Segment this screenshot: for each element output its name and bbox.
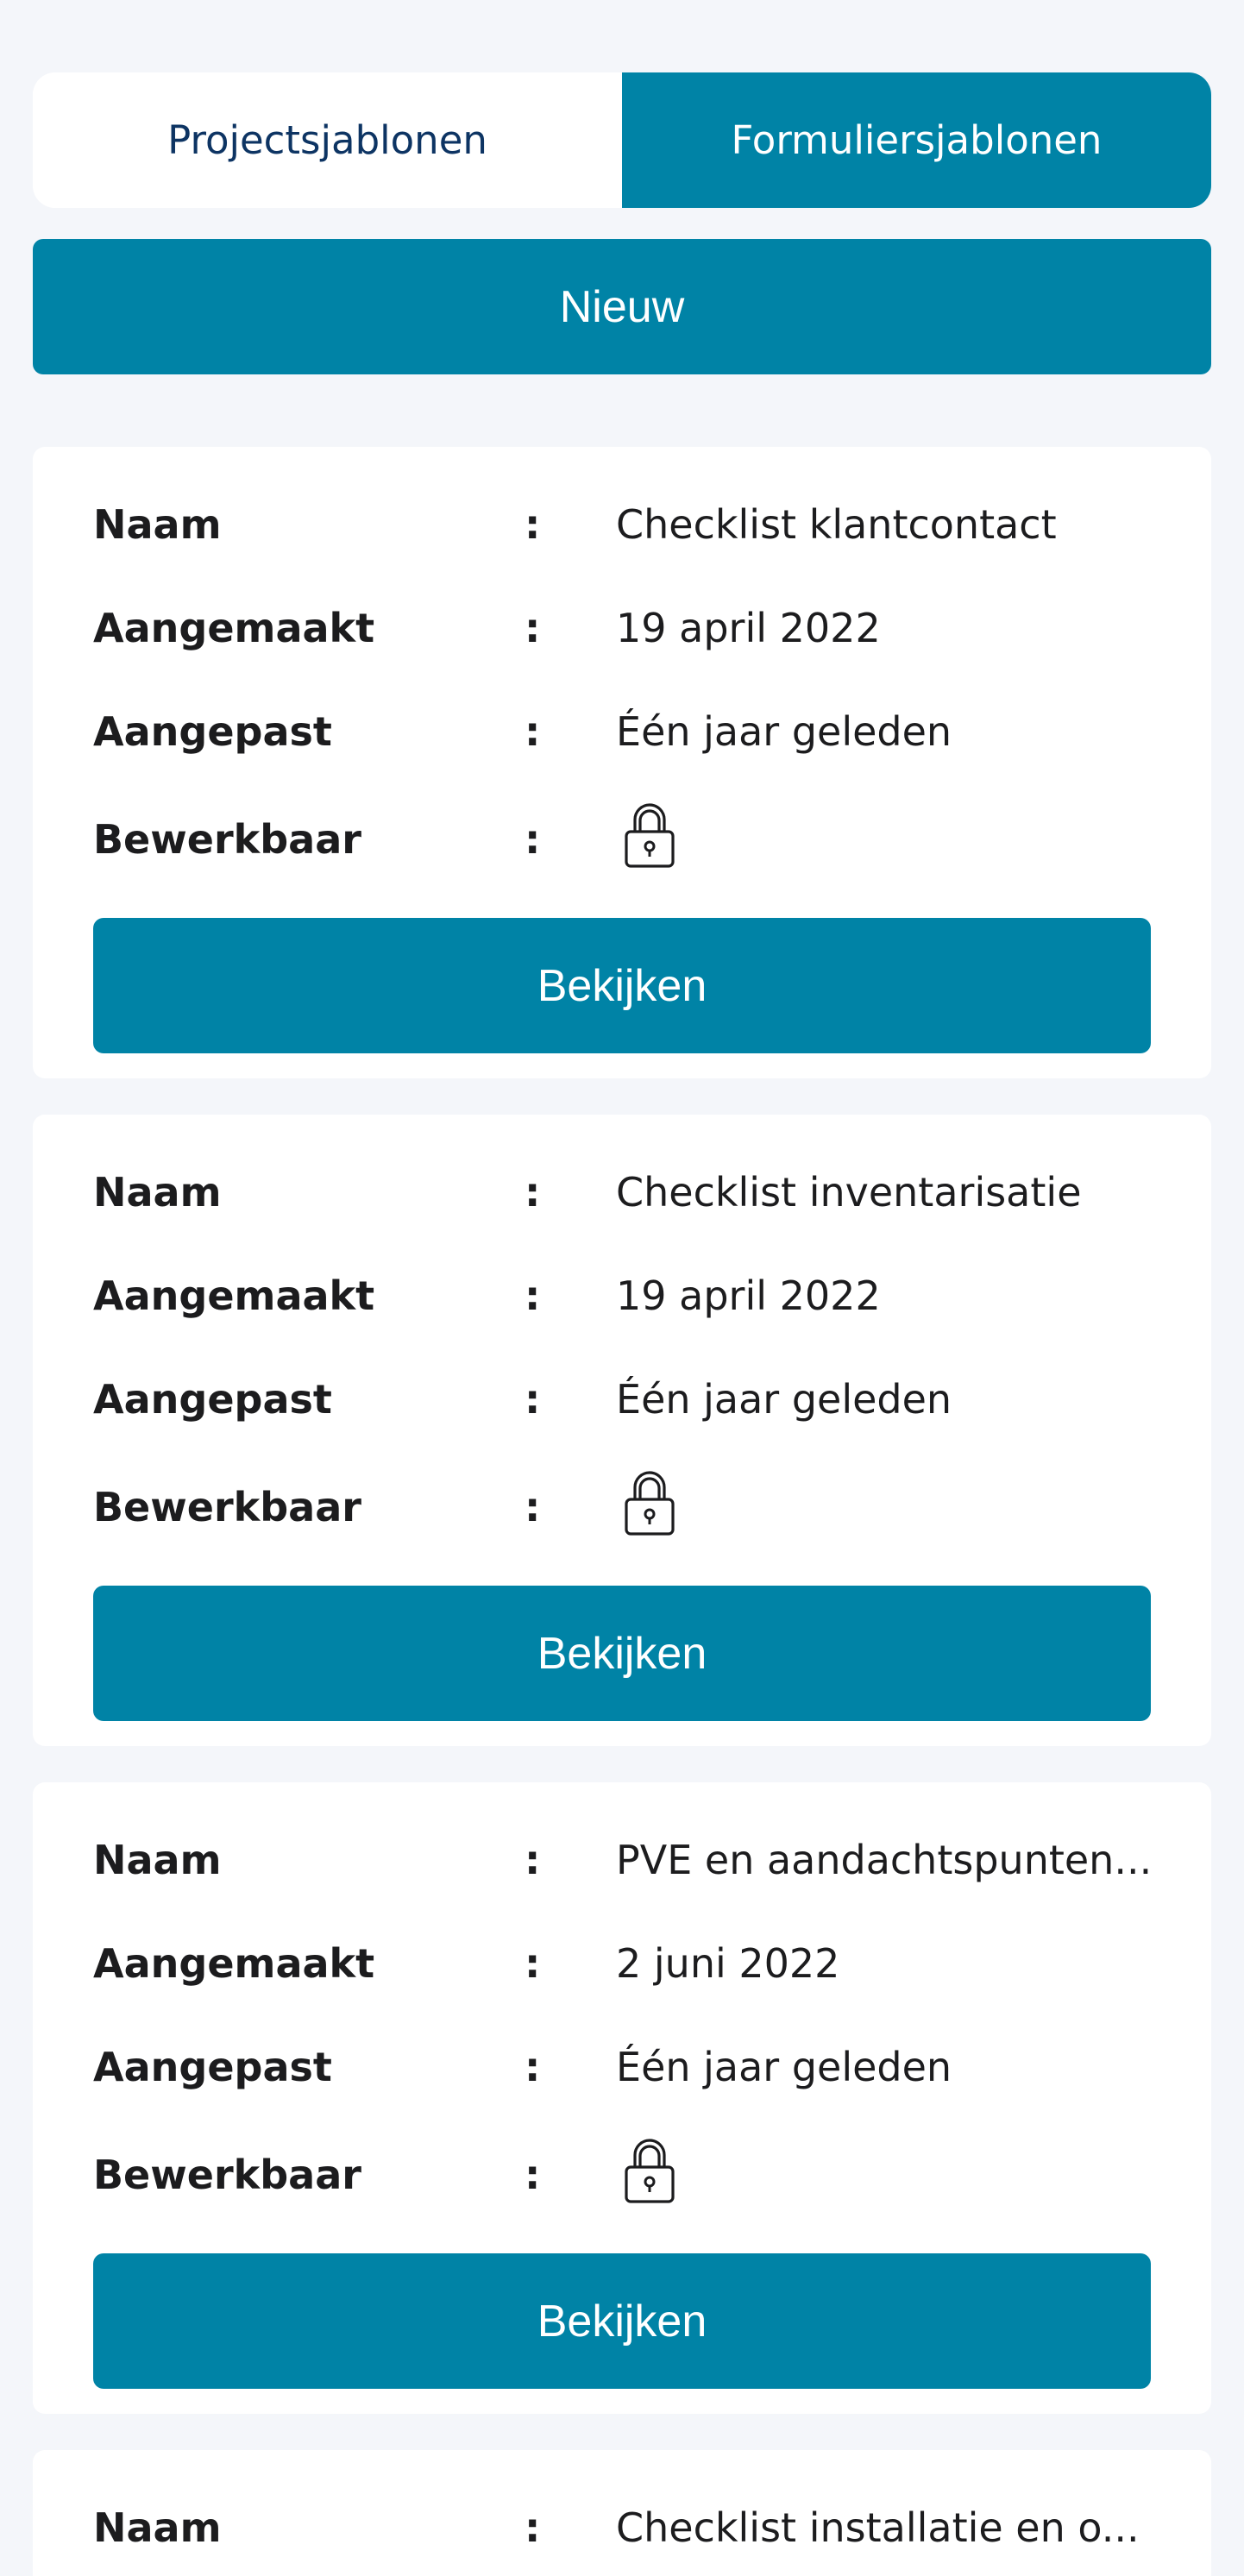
tab-formuliersjablonen[interactable]: Formuliersjablonen [622, 72, 1211, 208]
editable-label: Bewerkbaar [93, 816, 361, 863]
separator: : [525, 816, 541, 863]
modified-label: Aangepast [93, 708, 332, 755]
created-label: Aangemaakt [93, 1272, 375, 1319]
modified-date: Één jaar geleden [616, 708, 952, 755]
name-label: Naam [93, 1837, 222, 1883]
separator: : [525, 1837, 541, 1883]
modified-label: Aangepast [93, 2044, 332, 2090]
template-name: Checklist installatie en o... [616, 2504, 1140, 2551]
separator: : [525, 605, 541, 651]
separator: : [525, 1484, 541, 1530]
template-name: Checklist inventarisatie [616, 1169, 1082, 1216]
template-card: Naam : Checklist inventarisatie Aangemaa… [33, 1115, 1211, 1746]
modified-label: Aangepast [93, 1376, 332, 1423]
separator: : [525, 1272, 541, 1319]
tab-projectsjablonen[interactable]: Projectsjablonen [33, 72, 622, 208]
modified-date: Één jaar geleden [616, 1376, 952, 1423]
template-list: Naam : Checklist klantcontact Aangemaakt… [33, 447, 1211, 2576]
template-card: Naam : Checklist klantcontact Aangemaakt… [33, 447, 1211, 1078]
separator: : [525, 708, 541, 755]
created-date: 19 april 2022 [616, 1272, 881, 1319]
template-tabs: Projectsjablonen Formuliersjablonen [33, 72, 1211, 208]
separator: : [525, 1169, 541, 1216]
template-name: Checklist klantcontact [616, 501, 1057, 548]
editable-value [616, 801, 1163, 879]
templates-page: Projectsjablonen Formuliersjablonen Nieu… [0, 0, 1244, 2576]
lock-icon [625, 2138, 675, 2203]
separator: : [525, 1376, 541, 1423]
view-button[interactable]: Bekijken [93, 2253, 1151, 2389]
name-label: Naam [93, 1169, 222, 1216]
separator: : [525, 1940, 541, 1987]
lock-icon [625, 802, 675, 868]
modified-date: Één jaar geleden [616, 2044, 952, 2090]
separator: : [525, 501, 541, 548]
separator: : [525, 2044, 541, 2090]
created-label: Aangemaakt [93, 605, 375, 651]
created-label: Aangemaakt [93, 1940, 375, 1987]
template-name: PVE en aandachtspunten... [616, 1837, 1153, 1883]
editable-label: Bewerkbaar [93, 2152, 361, 2198]
separator: : [525, 2504, 541, 2551]
editable-value [616, 1468, 1163, 1547]
name-label: Naam [93, 2504, 222, 2551]
view-button[interactable]: Bekijken [93, 918, 1151, 1053]
editable-value [616, 2136, 1163, 2215]
separator: : [525, 2152, 541, 2198]
lock-icon [625, 1470, 675, 1536]
template-card: Naam : PVE en aandachtspunten... Aangema… [33, 1782, 1211, 2414]
name-label: Naam [93, 501, 222, 548]
view-button[interactable]: Bekijken [93, 1586, 1151, 1721]
new-template-button[interactable]: Nieuw [33, 239, 1211, 374]
template-card: Naam : Checklist installatie en o... [33, 2450, 1211, 2576]
created-date: 19 april 2022 [616, 605, 881, 651]
editable-label: Bewerkbaar [93, 1484, 361, 1530]
created-date: 2 juni 2022 [616, 1940, 840, 1987]
